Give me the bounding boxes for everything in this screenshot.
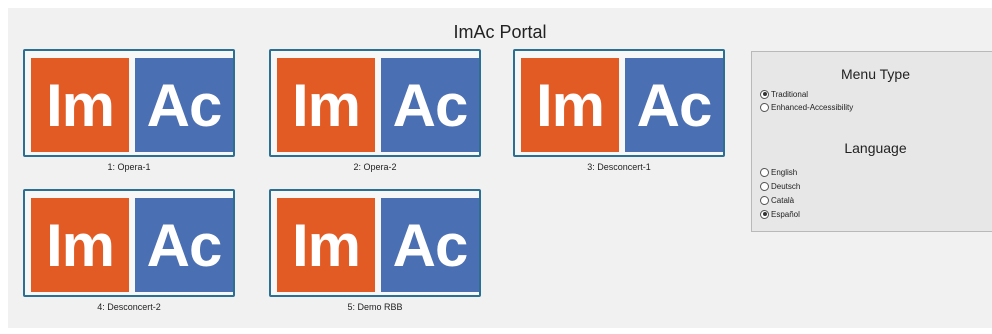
logo-im-block: Im [277,198,375,292]
tile-caption: 3: Desconcert-1 [587,162,651,172]
logo-ac-block: Ac [135,58,233,152]
content-tile-demo-rbb[interactable]: Im Ac 5: Demo RBB [269,189,487,312]
page-title: ImAc Portal [453,22,547,42]
imac-logo: Im Ac [31,198,233,292]
imac-logo: Im Ac [521,58,723,152]
logo-im-block: Im [31,198,129,292]
radio-label: English [771,167,798,177]
radio-label: Deutsch [771,181,801,191]
menu-type-option-traditional[interactable]: Traditional [760,88,808,100]
radio-selected-icon[interactable] [760,209,769,219]
logo-im-block: Im [31,58,129,152]
tile-caption: 2: Opera-2 [353,162,397,172]
radio-unselected-icon[interactable] [760,102,769,112]
tile-caption: 4: Desconcert-2 [97,302,161,312]
language-option-espanol[interactable]: Español [760,208,800,220]
radio-label: Català [771,195,795,205]
tile-frame: Im Ac [513,49,725,157]
content-tile-desconcert-2[interactable]: Im Ac 4: Desconcert-2 [23,189,241,312]
radio-unselected-icon[interactable] [760,181,769,191]
tile-frame: Im Ac [269,49,481,157]
language-option-deutsch[interactable]: Deutsch [760,180,800,192]
language-option-english[interactable]: English [760,166,797,178]
radio-selected-icon[interactable] [760,89,769,99]
content-tile-desconcert-1[interactable]: Im Ac 3: Desconcert-1 [513,49,731,172]
logo-ac-block: Ac [625,58,723,152]
tile-caption: 1: Opera-1 [107,162,151,172]
radio-label: Enhanced-Accessibility [771,102,854,112]
radio-unselected-icon[interactable] [760,195,769,205]
logo-im-block: Im [521,58,619,152]
radio-label: Español [771,209,800,219]
logo-ac-block: Ac [135,198,233,292]
content-tile-opera-1[interactable]: Im Ac 1: Opera-1 [23,49,241,172]
imac-logo: Im Ac [277,198,479,292]
tile-frame: Im Ac [23,49,235,157]
language-option-catala[interactable]: Català [760,194,794,206]
imac-logo: Im Ac [277,58,479,152]
language-heading: Language [844,140,907,156]
portal-page: ImAc Portal Im Ac 1: Opera-1 Im Ac 2: Op… [8,8,992,328]
settings-panel: Menu Type Traditional Enhanced-Accessibi… [751,51,992,232]
tile-caption: 5: Demo RBB [347,302,403,312]
radio-unselected-icon[interactable] [760,167,769,177]
content-tile-opera-2[interactable]: Im Ac 2: Opera-2 [269,49,487,172]
menu-type-heading: Menu Type [840,66,910,82]
logo-im-block: Im [277,58,375,152]
tile-frame: Im Ac [269,189,481,297]
tile-frame: Im Ac [23,189,235,297]
logo-ac-block: Ac [381,198,479,292]
imac-logo: Im Ac [31,58,233,152]
radio-label: Traditional [771,89,809,99]
logo-ac-block: Ac [381,58,479,152]
menu-type-option-enhanced-accessibility[interactable]: Enhanced-Accessibility [760,101,853,113]
